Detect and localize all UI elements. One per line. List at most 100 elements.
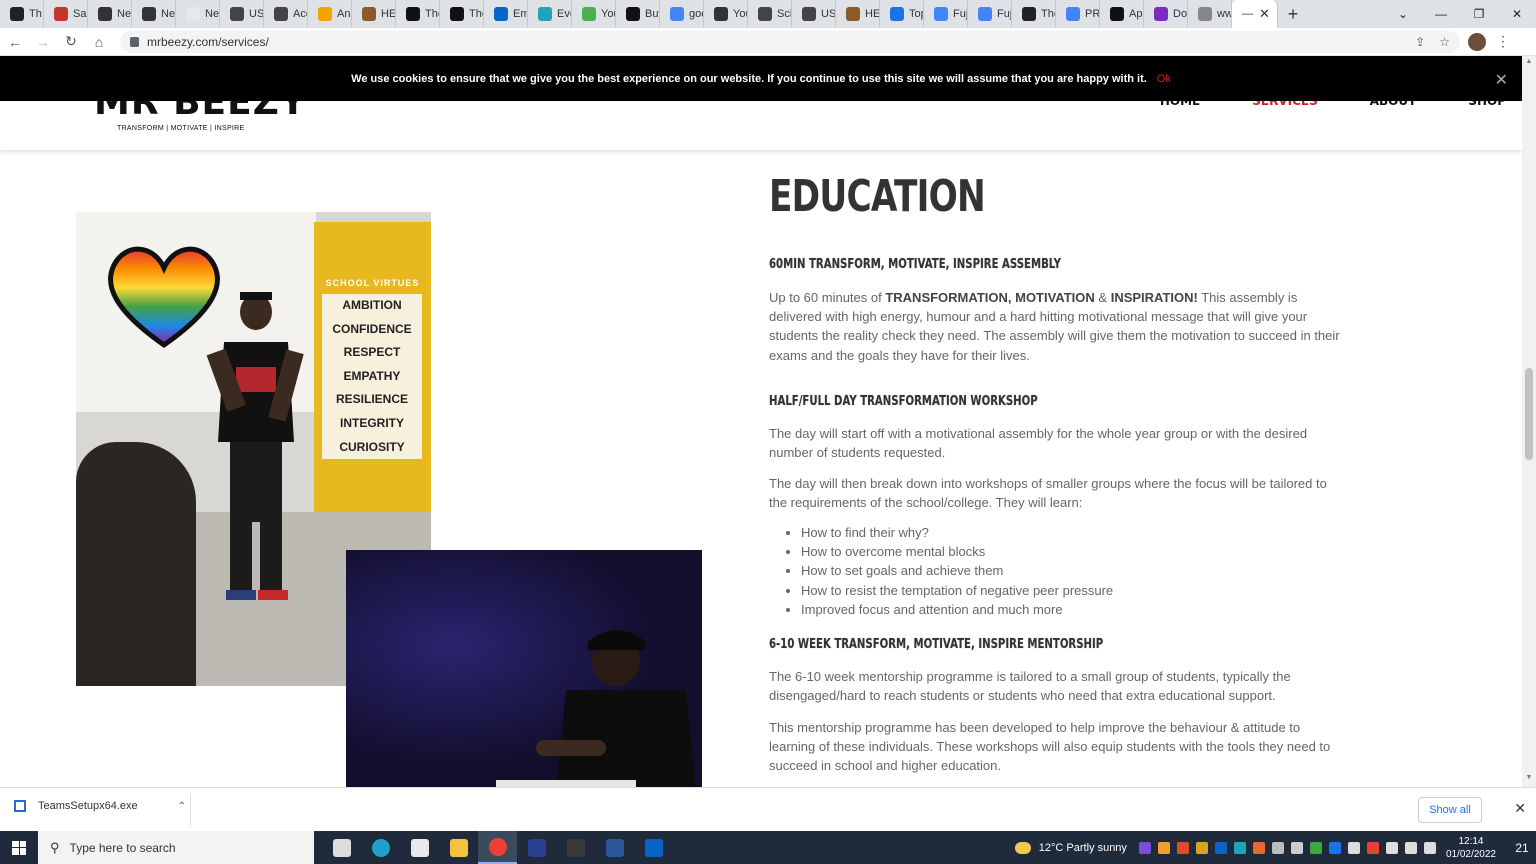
browser-tab[interactable]: Em (484, 0, 528, 28)
share-icon[interactable]: ⇪ (1415, 35, 1425, 49)
taskbar-app-outlook[interactable] (634, 831, 673, 864)
page-title: EDUCATION (769, 171, 986, 222)
browser-tab[interactable]: You (704, 0, 748, 28)
taskbar-app-word[interactable] (595, 831, 634, 864)
restore-button[interactable]: ❐ (1460, 0, 1498, 28)
close-window-button[interactable]: ✕ (1498, 0, 1536, 28)
taskbar-app-task-view[interactable] (322, 831, 361, 864)
clock-date: 01/02/2022 (1445, 848, 1496, 860)
tray-app-icon[interactable] (1347, 841, 1360, 854)
tray-app-icon[interactable] (1233, 841, 1246, 854)
tray-app-icon[interactable] (1138, 841, 1151, 854)
windows-logo-icon (12, 840, 26, 855)
browser-tab[interactable]: Fuj (924, 0, 968, 28)
browser-tab[interactable]: US (792, 0, 836, 28)
browser-toolbar: ← → ↻ ⌂ mrbeezy.com/services/ ⇪ ☆ ⋮ (0, 28, 1536, 56)
taskbar-app-edge[interactable] (361, 831, 400, 864)
minimize-button[interactable]: — (1422, 0, 1460, 28)
virtue-item: RESPECT (343, 345, 401, 360)
taskbar-app-sims2[interactable] (556, 831, 595, 864)
tray-app-icon[interactable] (1404, 841, 1417, 854)
browser-tab[interactable]: Acc (264, 0, 308, 28)
clock[interactable]: 12:14 01/02/2022 (1446, 835, 1496, 861)
tab-label: Th (29, 8, 42, 20)
menu-icon[interactable]: ⋮ (1496, 33, 1510, 50)
taskbar-app-sims[interactable] (517, 831, 556, 864)
tab-search-icon[interactable]: ⌄ (1384, 0, 1422, 28)
scroll-down-arrow[interactable]: ▼ (1525, 774, 1533, 781)
tray-app-icon[interactable] (1328, 841, 1341, 854)
close-shelf-icon[interactable]: ✕ (1514, 800, 1526, 817)
browser-tab[interactable]: Buy (616, 0, 660, 28)
assembly-heading: 60MIN TRANSFORM, MOTIVATE, INSPIRE ASSEM… (769, 257, 1062, 272)
browser-tab[interactable]: PR (1056, 0, 1100, 28)
home-button[interactable]: ⌂ (86, 29, 112, 55)
browser-tab[interactable]: Sal (44, 0, 88, 28)
browser-tab[interactable]: Do (1144, 0, 1188, 28)
address-bar[interactable]: mrbeezy.com/services/ ⇪ ☆ (120, 30, 1460, 53)
virtue-item: EMPATHY (343, 368, 401, 383)
taskbar-app-chrome[interactable] (478, 831, 517, 864)
taskbar-search[interactable]: ⚲ Type here to search (38, 831, 314, 864)
browser-tab[interactable]: You (572, 0, 616, 28)
cookie-ok-button[interactable]: Ok (1157, 73, 1171, 85)
taskbar-app-store[interactable] (400, 831, 439, 864)
tray-app-icon[interactable] (1252, 841, 1265, 854)
scroll-up-arrow[interactable]: ▲ (1525, 58, 1533, 65)
explorer-icon (449, 838, 468, 857)
new-tab-button[interactable]: + (1278, 0, 1308, 28)
reload-button[interactable]: ↻ (58, 29, 84, 55)
browser-tab[interactable]: goo (660, 0, 704, 28)
browser-tab[interactable]: Th (0, 0, 44, 28)
cookie-close-icon[interactable]: ✕ (1495, 70, 1508, 90)
bookmark-star-icon[interactable]: ☆ (1439, 35, 1450, 49)
tab-favicon-icon (670, 7, 684, 21)
browser-tab[interactable]: ww (1188, 0, 1232, 28)
scroll-thumb[interactable] (1525, 368, 1533, 460)
browser-tab[interactable]: HE (836, 0, 880, 28)
tray-app-icon[interactable] (1214, 841, 1227, 854)
browser-tab[interactable]: Eve (528, 0, 572, 28)
active-browser-tab[interactable]: — ✕ (1232, 0, 1278, 28)
tray-app-icon[interactable] (1157, 841, 1170, 854)
back-button[interactable]: ← (2, 29, 28, 55)
weather-widget[interactable]: 12°C Partly sunny (1014, 841, 1127, 854)
tray-app-icon[interactable] (1290, 841, 1303, 854)
tray-app-icon[interactable] (1366, 841, 1379, 854)
search-placeholder: Type here to search (69, 840, 176, 855)
lock-icon[interactable] (130, 36, 139, 47)
tab-favicon-icon (626, 7, 640, 21)
tray-app-icon[interactable] (1176, 841, 1189, 854)
close-tab-icon[interactable]: ✕ (1259, 6, 1270, 22)
start-button[interactable] (0, 831, 38, 864)
browser-tab[interactable]: Fuj (968, 0, 1012, 28)
tray-app-icon[interactable] (1195, 841, 1208, 854)
tray-app-icon[interactable] (1271, 841, 1284, 854)
taskbar-app-explorer[interactable] (439, 831, 478, 864)
weather-text: 12°C Partly sunny (1038, 841, 1127, 854)
notification-center[interactable]: 21 (1508, 831, 1536, 864)
browser-tab[interactable]: An (308, 0, 352, 28)
show-all-button[interactable]: Show all (1418, 797, 1482, 823)
browser-tab[interactable]: The (440, 0, 484, 28)
browser-tab[interactable]: Top (880, 0, 924, 28)
download-item[interactable]: TeamsSetupx64.exe ⌃ (14, 800, 186, 812)
browser-tab[interactable]: US (220, 0, 264, 28)
speaker-photo-stage (346, 550, 702, 787)
browser-tab[interactable]: Sch (748, 0, 792, 28)
browser-tab[interactable]: Ne (176, 0, 220, 28)
browser-tab[interactable]: The (1012, 0, 1056, 28)
tray-app-icon[interactable] (1423, 841, 1436, 854)
browser-tab[interactable]: Ne (88, 0, 132, 28)
browser-tab[interactable]: The (396, 0, 440, 28)
page-scrollbar[interactable]: ▲ ▼ (1522, 56, 1536, 787)
chevron-up-icon[interactable]: ⌃ (178, 801, 186, 812)
tab-favicon-icon (450, 7, 464, 21)
browser-tab[interactable]: Ap (1100, 0, 1144, 28)
tray-app-icon[interactable] (1385, 841, 1398, 854)
browser-tab[interactable]: HE (352, 0, 396, 28)
tray-app-icon[interactable] (1309, 841, 1322, 854)
profile-avatar[interactable] (1468, 32, 1486, 51)
browser-tab[interactable]: Ne (132, 0, 176, 28)
forward-button[interactable]: → (30, 29, 56, 55)
